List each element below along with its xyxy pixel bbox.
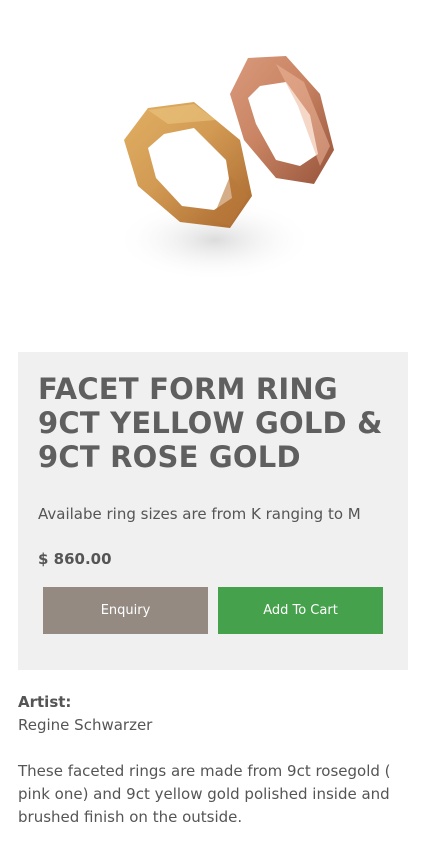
- rose-gold-ring: [230, 56, 334, 184]
- rings-illustration: [115, 56, 334, 282]
- product-card: FACET FORM RING 9CT YELLOW GOLD & 9CT RO…: [18, 352, 408, 670]
- enquiry-button[interactable]: Enquiry: [43, 587, 208, 634]
- yellow-gold-ring: [124, 102, 252, 228]
- product-title: FACET FORM RING 9CT YELLOW GOLD & 9CT RO…: [38, 372, 383, 474]
- product-price: $ 860.00: [38, 550, 112, 568]
- add-to-cart-button[interactable]: Add To Cart: [218, 587, 383, 634]
- artist-name: Regine Schwarzer: [18, 716, 153, 734]
- artist-label: Artist:: [18, 693, 72, 711]
- ring-size-note: Availabe ring sizes are from K ranging t…: [38, 505, 361, 523]
- product-description: These faceted rings are made from 9ct ro…: [18, 762, 391, 826]
- product-image: [0, 0, 425, 340]
